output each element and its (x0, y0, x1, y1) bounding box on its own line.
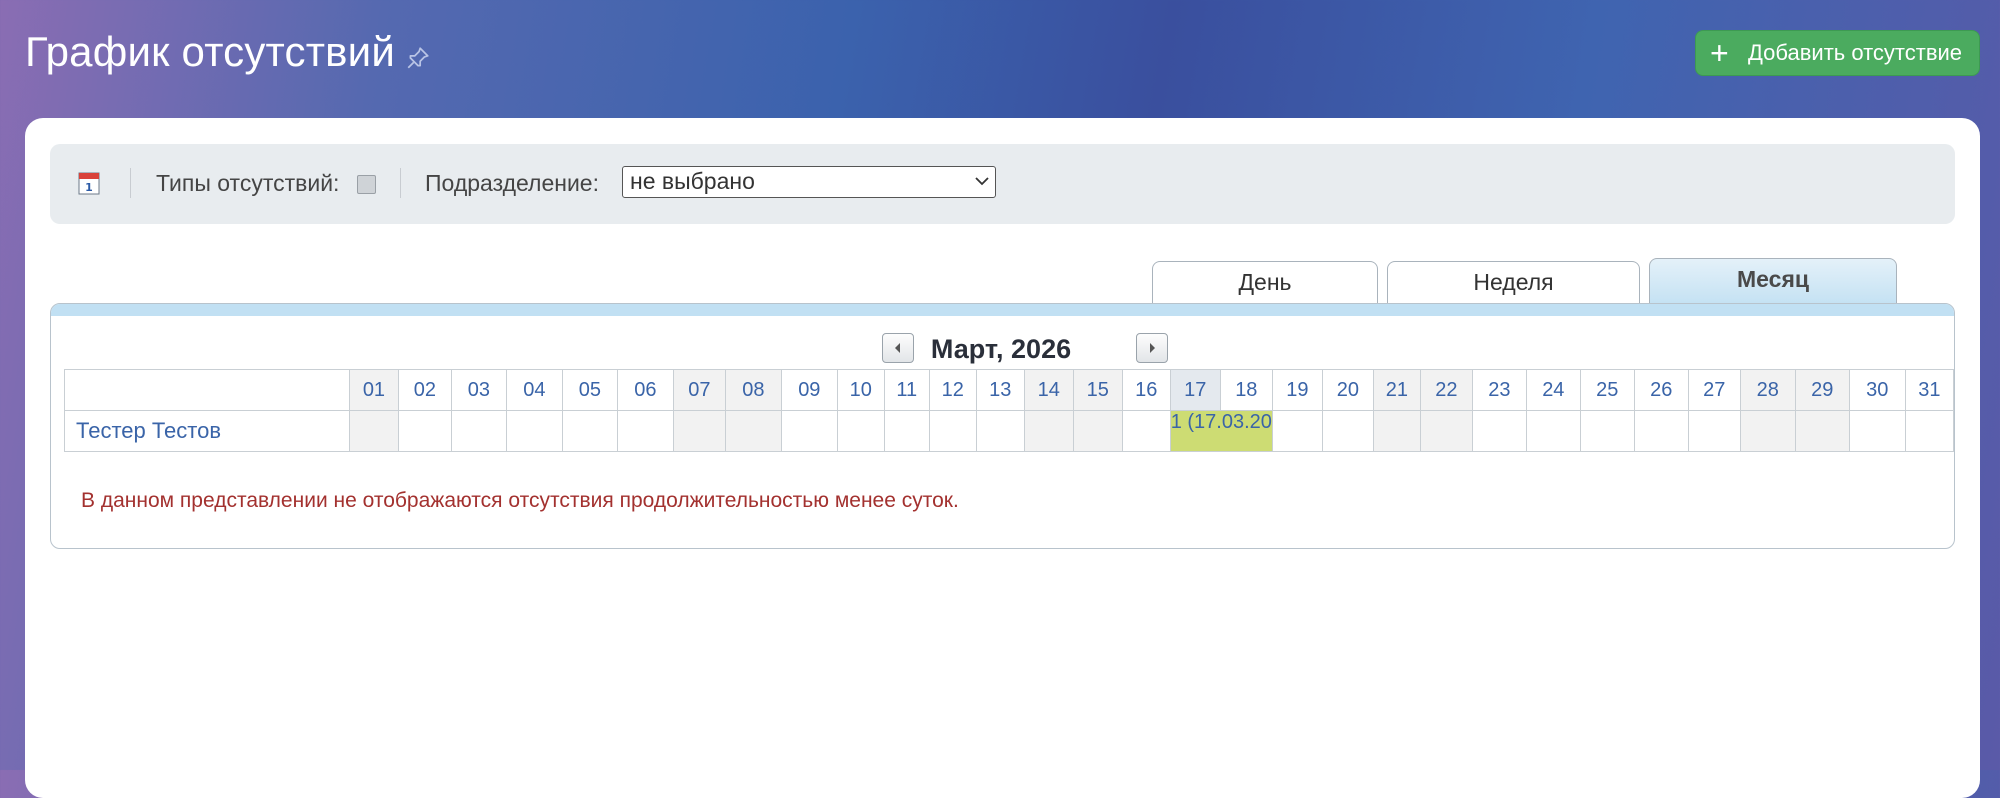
day-header-cell[interactable]: 19 (1271, 369, 1323, 411)
page-header: График отсутствий + Добавить отсутствие (0, 0, 2000, 118)
day-cell[interactable] (348, 410, 399, 452)
day-cell[interactable] (1687, 410, 1741, 452)
day-header-cell[interactable]: 10 (836, 369, 885, 411)
svg-text:1: 1 (85, 181, 93, 194)
main-card: 1 Типы отсутствий: Подразделение: не выб… (25, 118, 1980, 798)
day-cell[interactable] (505, 410, 563, 452)
absence-types-label: Типы отсутствий: (156, 170, 340, 196)
day-header-cell[interactable]: 12 (928, 369, 977, 411)
month-title: Март, 2026 (930, 334, 1072, 364)
day-cell[interactable] (1579, 410, 1635, 452)
day-cell[interactable] (1372, 410, 1421, 452)
day-cell[interactable] (616, 410, 674, 452)
day-header-cell[interactable]: 26 (1633, 369, 1689, 411)
day-header-cell[interactable]: 14 (1023, 369, 1074, 411)
day-header-cell[interactable]: 25 (1579, 369, 1635, 411)
plus-icon: + (1710, 35, 1729, 71)
day-header-cell[interactable]: 16 (1121, 369, 1171, 411)
day-header-cell[interactable]: 30 (1848, 369, 1906, 411)
calendar-icon[interactable]: 1 (78, 171, 100, 195)
day-cell[interactable] (1471, 410, 1527, 452)
day-cell[interactable] (1072, 410, 1123, 452)
day-header-cell[interactable]: 23 (1471, 369, 1527, 411)
day-header-cell[interactable]: 06 (616, 369, 674, 411)
add-absence-label: Добавить отсутствие (1748, 40, 1963, 65)
day-cell[interactable] (450, 410, 507, 452)
day-header-cell[interactable]: 02 (397, 369, 452, 411)
tab-month[interactable]: Месяц (1649, 258, 1897, 303)
day-cell[interactable] (836, 410, 885, 452)
add-absence-button[interactable]: + Добавить отсутствие (1695, 30, 1980, 76)
day-cell[interactable] (1794, 410, 1850, 452)
day-cell[interactable] (975, 410, 1025, 452)
corner-cell (64, 369, 350, 411)
toolbar-separator (400, 168, 401, 198)
day-header-cell[interactable]: 21 (1372, 369, 1421, 411)
day-cell[interactable] (928, 410, 977, 452)
day-header-cell[interactable]: 28 (1739, 369, 1796, 411)
day-cell[interactable] (1271, 410, 1323, 452)
tab-week[interactable]: Неделя (1387, 261, 1640, 303)
day-header-cell[interactable]: 05 (561, 369, 618, 411)
day-header-row: 01 02 03 04 05 06 07 08 09 10 11 12 13 14 15 16 17 18 19 20… (64, 369, 1954, 411)
toolbar-separator (130, 168, 131, 198)
day-header-cell[interactable]: 09 (780, 369, 838, 411)
day-cell[interactable] (780, 410, 838, 452)
page-title: График отсутствий (25, 28, 395, 75)
department-select-value: не выбрано (630, 168, 755, 194)
day-header-cell[interactable]: 17 (1169, 369, 1221, 411)
day-cell[interactable] (672, 410, 726, 452)
day-cell[interactable] (1023, 410, 1074, 452)
day-header-cell[interactable]: 18 (1219, 369, 1273, 411)
calendar-panel: Март, 2026 01 02 03 04 05 06 07 08 09 10 11 12 13 14 1… (50, 303, 1955, 549)
day-cell[interactable] (1848, 410, 1906, 452)
department-label: Подразделение: (425, 170, 599, 196)
day-header-cell[interactable]: 27 (1687, 369, 1741, 411)
filter-toolbar: 1 Типы отсутствий: Подразделение: не выб… (50, 144, 1955, 224)
day-cell[interactable] (1419, 410, 1473, 452)
day-cell[interactable] (724, 410, 782, 452)
day-cell[interactable] (1633, 410, 1689, 452)
day-cell[interactable] (1904, 410, 1954, 452)
day-header-cell[interactable]: 01 (348, 369, 399, 411)
tab-week-label: Неделя (1473, 269, 1554, 295)
info-note: В данном представлении не отображаются о… (81, 489, 959, 512)
day-header-cell[interactable]: 04 (505, 369, 563, 411)
day-header-cell[interactable]: 11 (883, 369, 930, 411)
tab-day-label: День (1238, 269, 1292, 295)
day-header-cell[interactable]: 22 (1419, 369, 1473, 411)
panel-header-strip (51, 304, 1954, 316)
day-cell[interactable] (561, 410, 618, 452)
tab-day[interactable]: День (1152, 261, 1378, 303)
tab-month-label: Месяц (1737, 266, 1809, 292)
day-cell[interactable] (1525, 410, 1581, 452)
day-header-cell[interactable]: 20 (1321, 369, 1374, 411)
day-header-cell[interactable]: 31 (1904, 369, 1954, 411)
day-header-cell[interactable]: 13 (975, 369, 1025, 411)
day-cell[interactable] (883, 410, 930, 452)
day-header-cell[interactable]: 15 (1072, 369, 1123, 411)
pin-icon[interactable] (405, 45, 431, 71)
day-header-cell[interactable]: 03 (450, 369, 507, 411)
day-header-cell[interactable]: 29 (1794, 369, 1850, 411)
table-row: Тестер Тестов 1 (17.03.20 (64, 410, 1954, 452)
absence-event[interactable]: 1 (17.03.20 (1169, 410, 1273, 452)
department-select[interactable]: не выбрано (622, 166, 996, 198)
day-cell[interactable] (1321, 410, 1374, 452)
arrow-right-icon (1150, 343, 1155, 353)
day-cell[interactable] (1739, 410, 1796, 452)
absence-types-checkbox[interactable] (357, 175, 376, 194)
day-cell[interactable] (397, 410, 452, 452)
month-grid: 01 02 03 04 05 06 07 08 09 10 11 12 13 14 15 16 17 18 19 20… (64, 369, 1954, 452)
day-header-cell[interactable]: 24 (1525, 369, 1581, 411)
day-header-cell[interactable]: 07 (672, 369, 726, 411)
chevron-down-icon (975, 177, 989, 186)
employee-name-link[interactable]: Тестер Тестов (64, 410, 350, 452)
day-cell[interactable] (1121, 410, 1171, 452)
day-header-cell[interactable]: 08 (724, 369, 782, 411)
next-month-button[interactable] (1136, 333, 1168, 363)
